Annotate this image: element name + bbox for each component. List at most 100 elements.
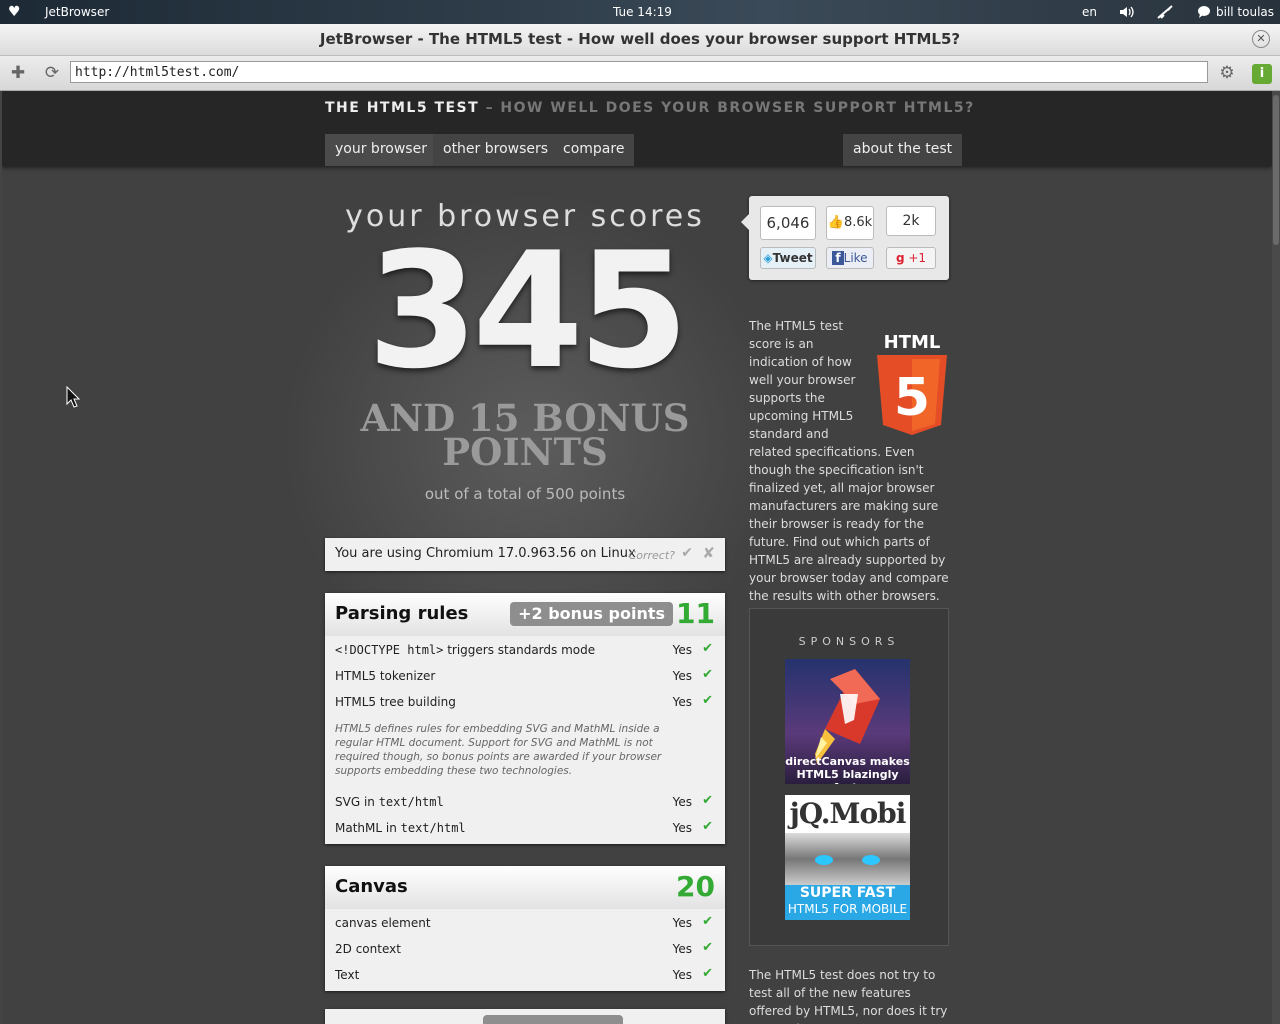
check-icon: ✔ [702, 966, 713, 981]
user-name[interactable]: bill toulas [1216, 0, 1274, 24]
reload-button[interactable]: ⟳ [41, 62, 63, 84]
bonus-points: AND 15 BONUS POINTS [360, 396, 690, 474]
test-row: <!DOCTYPE html> triggers standards mode … [325, 636, 725, 662]
test-row: HTML5 tokenizer Yes ✔ [325, 662, 725, 688]
jqmobi-line1: SUPER FAST [799, 885, 896, 901]
snow-leopard-image [785, 833, 910, 885]
check-icon: ✔ [702, 693, 713, 708]
confirm-check-icon[interactable]: ✔ [681, 545, 693, 561]
close-icon: ✕ [1256, 32, 1266, 45]
check-icon: ✔ [702, 641, 713, 656]
sponsors-box: SPONSORS directCanvas makes HTML5 blazin… [749, 608, 949, 946]
test-result: Yes [672, 821, 692, 835]
test-row: HTML5 tree building Yes ✔ [325, 688, 725, 714]
chat-icon[interactable] [1197, 0, 1211, 24]
like-count: 👍8.6k [826, 206, 874, 240]
score-total: out of a total of 500 points [424, 485, 626, 503]
section-bonus-badge: +2 bonus points [510, 602, 673, 626]
google-plus-icon: g [895, 251, 905, 265]
test-label: <!DOCTYPE html> triggers standards mode [335, 643, 595, 657]
plus-icon: ✚ [10, 63, 26, 83]
sponsor-ad-directcanvas[interactable]: directCanvas makes HTML5 blazingly fast. [785, 659, 910, 784]
tab-your-browser[interactable]: your browser [325, 134, 437, 166]
tab-other-browsers[interactable]: other browsers [433, 134, 559, 166]
plusone-button-label: +1 [908, 251, 927, 265]
facebook-icon: f [832, 251, 844, 265]
language-indicator[interactable]: en [1082, 0, 1097, 24]
site-title-subtitle: – HOW WELL DOES YOUR BROWSER SUPPORT HTM… [485, 100, 975, 116]
info-icon: i [1259, 66, 1265, 81]
test-label-code: text/html [400, 821, 466, 835]
section-canvas: Canvas 20 canvas element Yes ✔ 2D contex… [325, 866, 725, 991]
test-label: HTML5 tree building [335, 695, 456, 709]
tweet-count: 6,046 [760, 206, 816, 240]
gear-icon: ⚙ [1219, 63, 1235, 83]
mouse-cursor-icon [66, 386, 80, 408]
section-header[interactable]: Canvas 20 [325, 866, 725, 909]
sponsor-ad-jqmobi[interactable]: jQ.Mobi SUPER FAST HTML5 FOR MOBILE [785, 795, 910, 920]
address-bar[interactable]: http://html5test.com/ [70, 61, 1208, 83]
detected-browser: You are using Chromium 17.0.963.56 on Li… [335, 546, 636, 561]
test-label-code: text/html [378, 795, 444, 809]
sponsor-ad-text: directCanvas makes HTML5 blazingly fast. [785, 755, 910, 784]
test-result: Yes [672, 669, 692, 683]
reject-x-icon[interactable]: ✘ [702, 544, 715, 562]
test-row: SVG in text/html Yes ✔ [325, 788, 725, 814]
section-bonus-badge [483, 1015, 623, 1024]
site-title[interactable]: THE HTML5 TEST – HOW WELL DOES YOUR BROW… [325, 100, 975, 116]
window-title-bar: JetBrowser - The HTML5 test - How well d… [0, 24, 1280, 56]
section-points: 20 [676, 870, 715, 903]
tab-compare[interactable]: compare [553, 134, 635, 166]
more-info-text: The HTML5 test does not try to test all … [749, 968, 948, 1024]
window-title: JetBrowser - The HTML5 test - How well d… [319, 30, 961, 48]
thumbs-up-icon: 👍 [827, 215, 844, 230]
system-top-bar: ♥ JetBrowser Tue 14:19 en bill toulas [0, 0, 1280, 24]
like-button[interactable]: f Like [826, 247, 874, 269]
test-label: canvas element [335, 916, 431, 930]
network-icon[interactable] [1156, 0, 1174, 24]
clock[interactable]: Tue 14:19 [613, 0, 672, 24]
section-points: 11 [676, 597, 715, 630]
test-label: 2D context [335, 942, 401, 956]
test-label: MathML in text/html [335, 821, 466, 835]
test-label-text: triggers standards mode [443, 643, 596, 657]
test-row: Text Yes ✔ [325, 961, 725, 987]
close-window-button[interactable]: ✕ [1252, 30, 1270, 48]
active-app-name[interactable]: JetBrowser [45, 0, 109, 24]
score-value: 345 [367, 217, 689, 404]
heart-icon[interactable]: ♥ [8, 0, 21, 24]
reload-icon: ⟳ [44, 63, 60, 83]
html5-logo-number: 5 [894, 368, 930, 428]
section-next-partial [325, 1009, 725, 1024]
test-label-code: <!DOCTYPE html> [335, 643, 444, 657]
test-result: Yes [672, 695, 692, 709]
section-note: HTML5 defines rules for embedding SVG an… [335, 723, 662, 777]
scrollbar-thumb[interactable] [1273, 95, 1279, 245]
test-result: Yes [672, 968, 692, 982]
tweet-button[interactable]: ◈Tweet [760, 247, 816, 269]
web-page: THE HTML5 TEST – HOW WELL DOES YOUR BROW… [2, 91, 1272, 1024]
site-title-main: THE HTML5 TEST [325, 100, 480, 116]
html5-logo-text: HTML [884, 332, 941, 353]
site-header: THE HTML5 TEST – HOW WELL DOES YOUR BROW… [2, 91, 1272, 166]
sponsors-heading: SPONSORS [798, 635, 900, 648]
section-header[interactable]: Parsing rules +2 bonus points 11 [325, 593, 725, 636]
check-icon: ✔ [702, 914, 713, 929]
test-result: Yes [672, 916, 692, 930]
volume-icon[interactable] [1118, 0, 1134, 24]
settings-button[interactable]: ⚙ [1216, 62, 1238, 84]
test-result: Yes [672, 942, 692, 956]
check-icon: ✔ [702, 819, 713, 834]
test-row: 2D context Yes ✔ [325, 935, 725, 961]
tab-about-the-test[interactable]: about the test [843, 134, 963, 166]
twitter-bird-icon: ◈ [763, 251, 773, 265]
section-name: Canvas [335, 876, 408, 897]
test-result: Yes [672, 643, 692, 657]
plusone-button[interactable]: g +1 [886, 247, 936, 269]
test-row: MathML in text/html Yes ✔ [325, 814, 725, 840]
test-label: SVG in text/html [335, 795, 444, 809]
info-button[interactable]: i [1252, 64, 1272, 84]
new-tab-button[interactable]: ✚ [7, 62, 29, 84]
tweet-button-label: Tweet [772, 251, 813, 265]
browser-detection-box: You are using Chromium 17.0.963.56 on Li… [325, 538, 725, 571]
